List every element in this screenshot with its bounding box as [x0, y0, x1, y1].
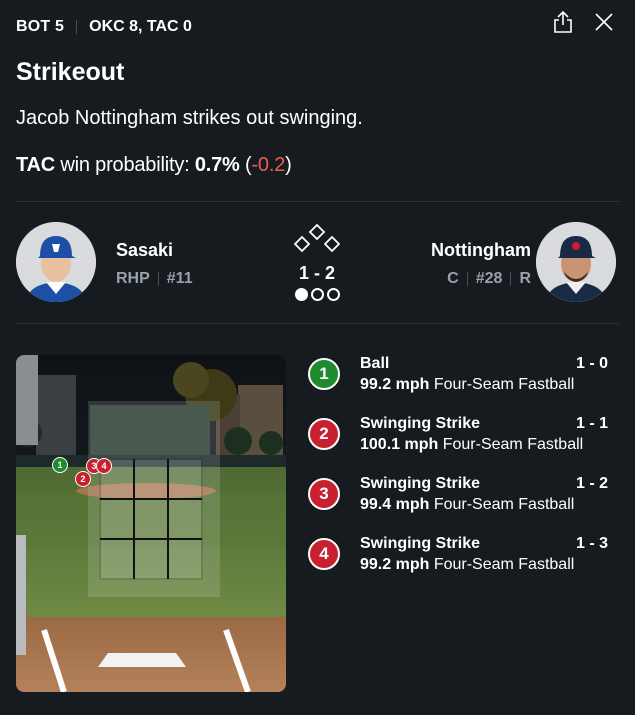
game-header: BOT 5 OKC 8, TAC 0 — [16, 10, 619, 38]
share-icon[interactable] — [553, 10, 573, 34]
batter-number: #28 — [475, 270, 503, 287]
pitch-result: Swinging Strike — [360, 415, 481, 432]
pitch-number-badge: 3 — [308, 478, 340, 510]
pitch-number-badge: 4 — [308, 538, 340, 570]
batter-name: Nottingham — [431, 240, 531, 260]
bases-diamond-icon — [293, 223, 341, 253]
play-title: Strikeout — [16, 58, 125, 86]
pitch-speed: 99.2 mph — [360, 556, 430, 573]
pitch-speed: 100.1 mph — [360, 436, 439, 453]
win-probability: TAC win probability: 0.7% (-0.2) — [16, 154, 292, 177]
pitch-list: 1 Ball 1 - 0 99.2 mph Four-Seam Fastball… — [308, 354, 608, 594]
pitch-type: Four-Seam Fastball — [442, 436, 584, 453]
meta-divider — [157, 272, 159, 286]
pitch-count: 1 - 2 — [575, 475, 608, 492]
batter-avatar — [536, 222, 616, 302]
divider-top — [16, 201, 619, 202]
out-dot — [310, 288, 324, 301]
pitch-count: 1 - 3 — [575, 535, 608, 552]
header-divider — [76, 20, 78, 34]
pitch-type: Four-Seam Fastball — [433, 496, 575, 513]
pitcher-card[interactable] — [16, 222, 96, 302]
pitcher-info: Sasaki RHP #11 — [116, 240, 193, 288]
pitch-marker-label: 1 — [57, 460, 63, 470]
pitch-count: 1 - 1 — [575, 415, 608, 432]
close-icon[interactable] — [595, 13, 613, 31]
pitch-speed: 99.4 mph — [360, 496, 430, 513]
batter-position: C — [447, 270, 459, 287]
inning-label: BOT 5 — [16, 18, 65, 35]
pitch-marker-label: 4 — [101, 461, 107, 471]
outs-indicator — [281, 288, 353, 301]
pitch-marker-label: 2 — [80, 474, 86, 484]
wp-change: -0.2 — [251, 154, 286, 176]
pitch-marker-4[interactable]: 4 — [96, 458, 112, 474]
pitcher-position: RHP — [116, 270, 150, 287]
out-dot — [326, 288, 340, 301]
play-description: Jacob Nottingham strikes out swinging. — [16, 107, 363, 129]
pitcher-name: Sasaki — [116, 240, 174, 260]
score-label: OKC 8, TAC 0 — [89, 18, 192, 35]
pitch-result: Ball — [360, 355, 390, 372]
pitch-row[interactable]: 4 Swinging Strike 1 - 3 99.2 mph Four-Se… — [308, 534, 608, 594]
pitch-result: Swinging Strike — [360, 535, 481, 552]
pitch-marker-2[interactable]: 2 — [75, 471, 91, 487]
wp-label: win probability: — [60, 154, 190, 176]
meta-divider — [510, 272, 512, 286]
batter-info: Nottingham C #28 R — [431, 240, 531, 288]
pitch-number-badge: 2 — [308, 418, 340, 450]
pitcher-avatar — [16, 222, 96, 302]
stadium-image — [16, 355, 286, 692]
pitch-location-view: 1 3 4 2 — [16, 355, 286, 692]
wp-close-paren: ) — [285, 154, 292, 176]
pitch-count: 1 - 0 — [575, 355, 608, 372]
game-situation: 1 - 2 — [281, 223, 353, 301]
pitcher-number: #11 — [166, 270, 193, 287]
ball-strike-count: 1 - 2 — [298, 263, 336, 283]
batter-bats: R — [519, 270, 531, 287]
divider-bottom — [16, 323, 619, 324]
out-dot — [294, 288, 308, 301]
batter-card[interactable] — [536, 222, 616, 302]
pitch-type: Four-Seam Fastball — [433, 376, 575, 393]
pitch-row[interactable]: 3 Swinging Strike 1 - 2 99.4 mph Four-Se… — [308, 474, 608, 534]
pitch-number-badge: 1 — [308, 358, 340, 390]
wp-team: TAC — [16, 154, 56, 176]
pitch-speed: 99.2 mph — [360, 376, 430, 393]
wp-value: 0.7% — [194, 154, 240, 176]
pitch-marker-1[interactable]: 1 — [52, 457, 68, 473]
pitch-row[interactable]: 2 Swinging Strike 1 - 1 100.1 mph Four-S… — [308, 414, 608, 474]
meta-divider — [466, 272, 468, 286]
pitch-type: Four-Seam Fastball — [433, 556, 575, 573]
pitch-row[interactable]: 1 Ball 1 - 0 99.2 mph Four-Seam Fastball — [308, 354, 608, 414]
pitch-result: Swinging Strike — [360, 475, 481, 492]
